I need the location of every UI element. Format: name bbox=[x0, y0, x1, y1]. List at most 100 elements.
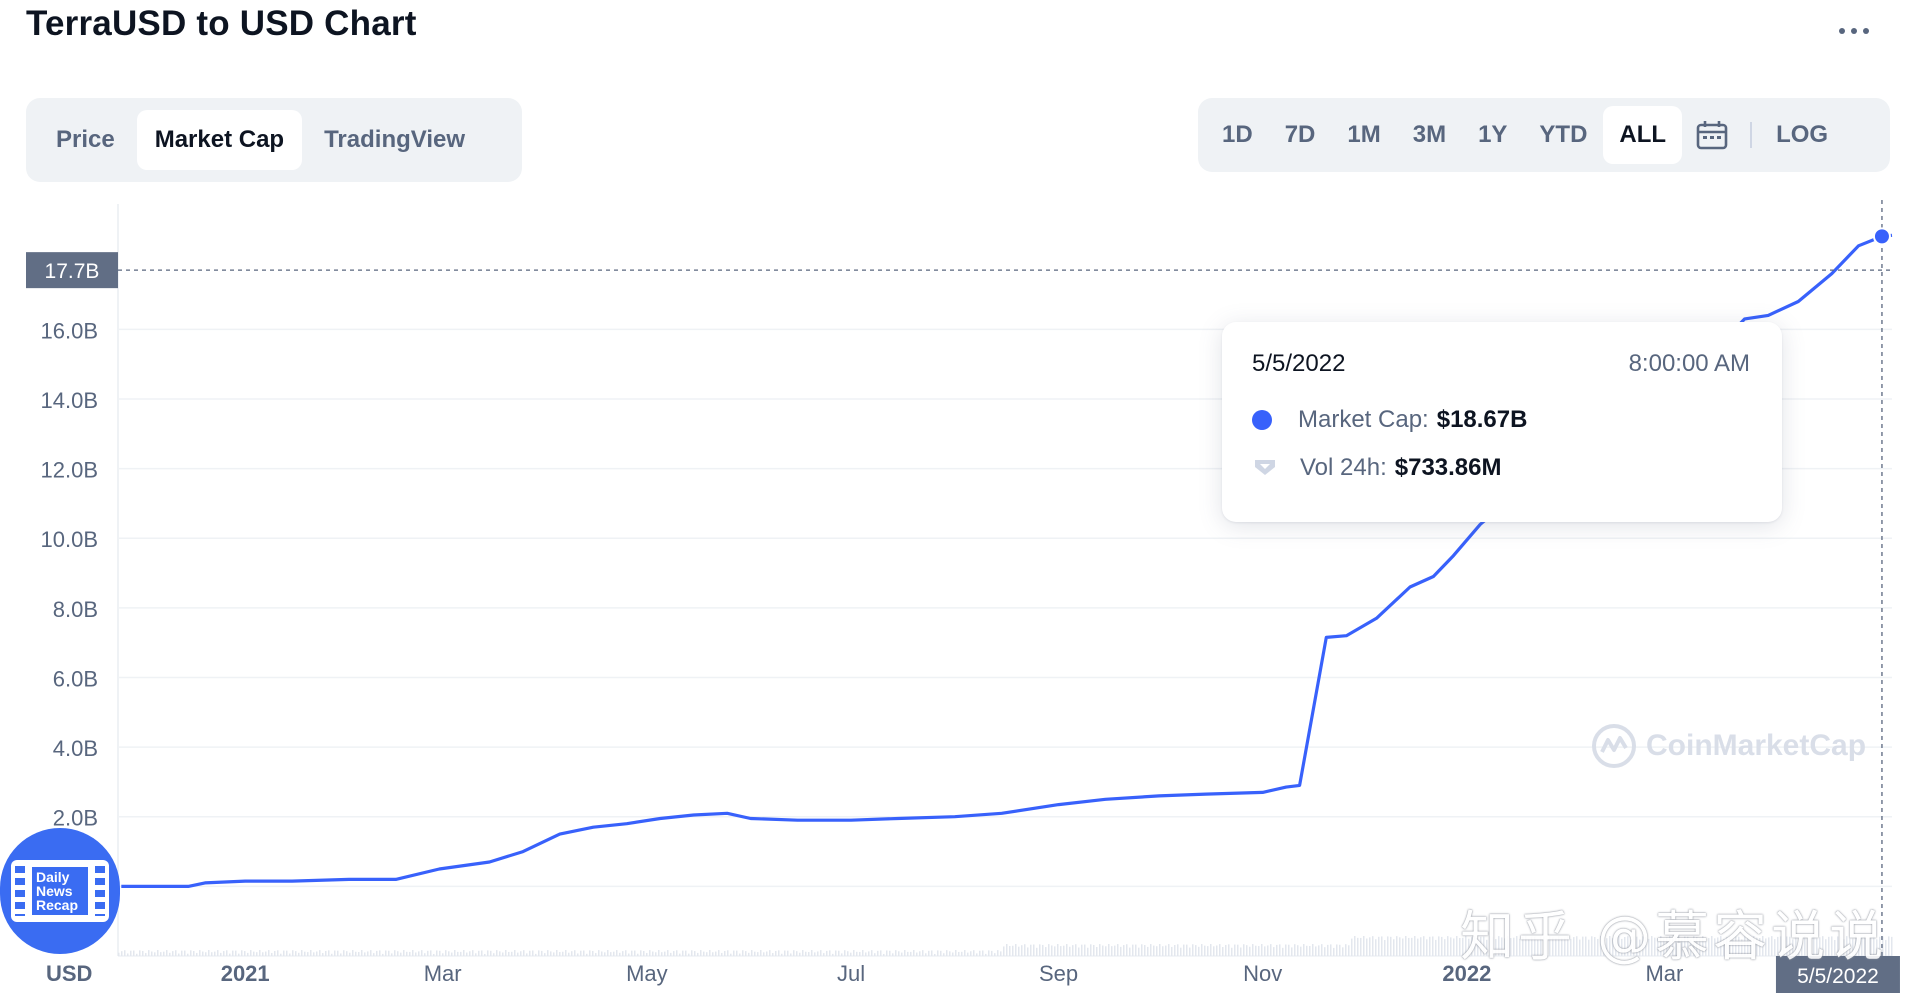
volume-bar bbox=[1291, 947, 1293, 956]
tooltip-time: 8:00:00 AM bbox=[1628, 350, 1750, 377]
volume-bar bbox=[1237, 944, 1239, 956]
volume-bar bbox=[907, 951, 909, 956]
volume-bar bbox=[661, 952, 663, 956]
volume-bar bbox=[928, 950, 930, 956]
volume-bar bbox=[406, 951, 408, 956]
volume-bar bbox=[538, 950, 540, 956]
volume-bar bbox=[415, 952, 417, 956]
more-options-icon[interactable] bbox=[1834, 16, 1874, 46]
volume-bar bbox=[385, 950, 387, 956]
volume-bar bbox=[1450, 937, 1452, 956]
volume-bar bbox=[157, 950, 159, 956]
volume-bar bbox=[280, 953, 282, 956]
volume-bar bbox=[466, 952, 468, 956]
range-7d[interactable]: 7D bbox=[1269, 106, 1332, 164]
volume-bar bbox=[136, 953, 138, 956]
volume-bar bbox=[457, 951, 459, 956]
market-cap-chart[interactable]: 2.0B 4.0B 6.0B 8.0B 10.0B 12.0B 14.0B 16.0B 2021… bbox=[0, 196, 1908, 993]
volume-bar bbox=[898, 951, 900, 956]
volume-bar bbox=[892, 953, 894, 956]
range-1d[interactable]: 1D bbox=[1206, 106, 1269, 164]
volume-bar bbox=[364, 952, 366, 956]
volume-bar bbox=[1150, 944, 1152, 956]
tab-price[interactable]: Price bbox=[38, 110, 133, 170]
volume-bar bbox=[409, 951, 411, 956]
x-tick-label: Jul bbox=[837, 961, 865, 986]
y-tick-label: 12.0B bbox=[41, 458, 99, 483]
volume-bar bbox=[526, 953, 528, 956]
volume-bar bbox=[259, 950, 261, 956]
volume-bar bbox=[889, 950, 891, 956]
volume-bar bbox=[865, 952, 867, 956]
range-all[interactable]: ALL bbox=[1603, 106, 1683, 164]
volume-bar bbox=[991, 950, 993, 956]
volume-bar bbox=[1330, 944, 1332, 956]
volume-bar bbox=[232, 950, 234, 956]
y-tick-label: 14.0B bbox=[41, 388, 99, 413]
volume-bar bbox=[1270, 944, 1272, 956]
volume-bar bbox=[1201, 944, 1203, 956]
volume-bar bbox=[832, 953, 834, 956]
calendar-icon[interactable] bbox=[1682, 106, 1742, 164]
volume-bar bbox=[382, 953, 384, 956]
volume-bar bbox=[244, 951, 246, 956]
volume-bar bbox=[784, 950, 786, 956]
volume-bar bbox=[853, 950, 855, 956]
volume-bar bbox=[1066, 944, 1068, 956]
volume-bar bbox=[1180, 947, 1182, 956]
range-1m[interactable]: 1M bbox=[1331, 106, 1396, 164]
volume-bar bbox=[763, 952, 765, 956]
volume-bar bbox=[778, 950, 780, 956]
volume-bar bbox=[1399, 937, 1401, 956]
volume-bar bbox=[1210, 944, 1212, 956]
tab-tradingview[interactable]: TradingView bbox=[306, 110, 483, 170]
volume-bar bbox=[1288, 944, 1290, 956]
volume-bar bbox=[1309, 945, 1311, 956]
volume-bar bbox=[178, 953, 180, 956]
volume-bar bbox=[973, 950, 975, 956]
volume-bar bbox=[1057, 944, 1059, 956]
volume-bar bbox=[469, 951, 471, 956]
volume-bar bbox=[1213, 946, 1215, 956]
coinmarketcap-watermark: CoinMarketCap bbox=[1590, 722, 1866, 770]
volume-bar bbox=[523, 950, 525, 956]
volume-bar bbox=[1381, 936, 1383, 956]
volume-bar bbox=[460, 951, 462, 956]
volume-bar bbox=[646, 952, 648, 956]
volume-bar bbox=[709, 950, 711, 956]
volume-bar bbox=[565, 950, 567, 956]
volume-bar bbox=[1423, 936, 1425, 956]
volume-bar bbox=[235, 950, 237, 956]
volume-bar bbox=[769, 950, 771, 956]
volume-bar bbox=[331, 953, 333, 956]
volume-bar bbox=[520, 951, 522, 956]
volume-bar bbox=[580, 950, 582, 956]
volume-bar bbox=[133, 950, 135, 956]
volume-bar bbox=[859, 951, 861, 956]
log-toggle[interactable]: LOG bbox=[1760, 106, 1844, 164]
range-ytd[interactable]: YTD bbox=[1523, 106, 1603, 164]
range-1y[interactable]: 1Y bbox=[1462, 106, 1523, 164]
volume-bar bbox=[787, 950, 789, 956]
volume-bar bbox=[829, 950, 831, 956]
volume-bar bbox=[289, 953, 291, 956]
tooltip-date: 5/5/2022 bbox=[1252, 350, 1346, 377]
volume-bar bbox=[1384, 939, 1386, 956]
volume-bar bbox=[1054, 946, 1056, 956]
volume-bar bbox=[1303, 944, 1305, 956]
volume-bar bbox=[199, 950, 201, 956]
volume-bar bbox=[979, 950, 981, 956]
volume-bar bbox=[1129, 947, 1131, 956]
volume-bar bbox=[1162, 946, 1164, 956]
range-3m[interactable]: 3M bbox=[1397, 106, 1462, 164]
volume-bar bbox=[1405, 936, 1407, 956]
volume-bar bbox=[1060, 946, 1062, 956]
volume-bar bbox=[241, 950, 243, 956]
volume-bar bbox=[352, 950, 354, 956]
volume-bar bbox=[730, 953, 732, 956]
volume-bar bbox=[1327, 944, 1329, 956]
volume-bar bbox=[637, 953, 639, 956]
tab-market-cap[interactable]: Market Cap bbox=[136, 110, 303, 170]
volume-bar bbox=[229, 953, 231, 956]
volume-bar bbox=[913, 950, 915, 956]
